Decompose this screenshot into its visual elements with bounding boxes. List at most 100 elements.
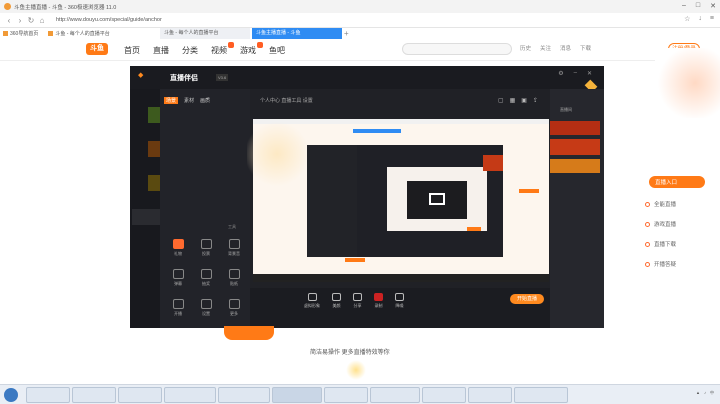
- decor-blob: [346, 360, 366, 380]
- beauty-icon: [332, 293, 341, 301]
- douyu-logo[interactable]: 斗鱼: [86, 43, 108, 55]
- tools-label: 工具: [228, 224, 236, 229]
- live-icon: [172, 299, 184, 309]
- download-link[interactable]: 下载: [580, 44, 591, 52]
- menu-icon[interactable]: ≡: [710, 15, 714, 23]
- tool-item[interactable]: 投票: [192, 239, 220, 257]
- history-link[interactable]: 历史: [520, 44, 531, 52]
- banner-card[interactable]: [550, 139, 600, 155]
- site-search-input[interactable]: [402, 43, 512, 55]
- side-tab[interactable]: 画质: [200, 97, 210, 104]
- taskbar-item[interactable]: [324, 387, 368, 403]
- gift-icon: [172, 239, 184, 249]
- rail-thumb[interactable]: [148, 175, 160, 191]
- taskbar-item[interactable]: [164, 387, 216, 403]
- side-tabs: 场景 素材 画质: [164, 97, 210, 104]
- input-icon[interactable]: 中: [710, 390, 714, 396]
- tool-item[interactable]: 更多: [220, 299, 248, 317]
- bottom-tool[interactable]: 分享: [353, 293, 362, 309]
- refresh-icon[interactable]: ↻: [26, 16, 36, 25]
- message-link[interactable]: 消息: [560, 44, 571, 52]
- tool-item[interactable]: 抽奖: [192, 269, 220, 287]
- nav-home[interactable]: 首页: [124, 45, 140, 56]
- bottom-tool[interactable]: 美颜: [332, 293, 341, 309]
- preview-canvas[interactable]: [247, 119, 549, 282]
- layout-icon[interactable]: ▦: [510, 97, 516, 104]
- tool-item[interactable]: 礼物: [164, 239, 192, 257]
- favorite-icon[interactable]: ☆: [684, 15, 690, 23]
- minimize-icon[interactable]: –: [682, 2, 686, 10]
- main-header: 个人中心 直播工具 设置 ▢ ▦ ▣ ⇪: [250, 97, 550, 105]
- right-link[interactable]: 直播下载: [645, 240, 705, 248]
- download-icon[interactable]: ↓: [698, 15, 702, 23]
- taskbar-item-active[interactable]: [272, 387, 322, 403]
- taskbar-item[interactable]: [468, 387, 512, 403]
- taskbar-item[interactable]: [514, 387, 568, 403]
- rail-item[interactable]: [132, 209, 160, 225]
- browser-nav-bar: ‹ › ↻ ⌂ http://www.douyu.com/special/gui…: [0, 13, 720, 28]
- side-tab[interactable]: 场景: [164, 97, 179, 104]
- app-main-area: 个人中心 直播工具 设置 ▢ ▦ ▣ ⇪: [247, 89, 550, 289]
- app-close-icon[interactable]: ✕: [587, 70, 592, 77]
- nav-category[interactable]: 分类: [182, 45, 198, 56]
- nav-live[interactable]: 直播: [153, 45, 169, 56]
- app-left-rail: [130, 89, 160, 328]
- address-text[interactable]: http://www.douyu.com/special/guide/ancho…: [56, 17, 162, 23]
- tool-item[interactable]: 弹幕: [164, 269, 192, 287]
- taskbar-item[interactable]: [26, 387, 70, 403]
- nav-yuba[interactable]: 鱼吧: [269, 45, 285, 56]
- taskbar-item[interactable]: [370, 387, 420, 403]
- tool-item[interactable]: 贴纸: [220, 269, 248, 287]
- bookmark-item[interactable]: 斗鱼 - 每个人的直播平台: [48, 30, 110, 37]
- banner-card[interactable]: [550, 121, 600, 135]
- right-link-active[interactable]: 直播入口: [649, 176, 705, 188]
- new-tab-icon[interactable]: +: [344, 28, 354, 39]
- right-link[interactable]: 游戏直播: [645, 220, 705, 228]
- tool-item[interactable]: 背景音: [220, 239, 248, 257]
- right-nav: 直播入口 全能直播 游戏直播 直播下载 开播答疑: [645, 176, 705, 280]
- app-settings-icon[interactable]: ⚙: [558, 70, 563, 77]
- bookmark-icon: [48, 31, 54, 36]
- taskbar-item[interactable]: [118, 387, 162, 403]
- nav-video[interactable]: 视频: [211, 42, 234, 56]
- right-link[interactable]: 全能直播: [645, 200, 705, 208]
- app-version: V3.6: [216, 74, 229, 81]
- tool-item[interactable]: 设置: [192, 299, 220, 317]
- network-icon[interactable]: ▲: [696, 390, 700, 396]
- taskbar-item[interactable]: [72, 387, 116, 403]
- taskbar-item[interactable]: [218, 387, 270, 403]
- main-title: 个人中心 直播工具 设置: [260, 98, 313, 104]
- mic-icon: [395, 293, 404, 301]
- bookmark-item[interactable]: 360导航首页: [3, 30, 38, 37]
- follow-link[interactable]: 关注: [540, 44, 551, 52]
- rail-thumb[interactable]: [148, 107, 160, 123]
- go-live-button[interactable]: 开始直播: [510, 294, 544, 304]
- bottom-tool[interactable]: 录制: [374, 293, 383, 309]
- share-icon[interactable]: ⇪: [533, 97, 538, 104]
- home-icon[interactable]: ⌂: [37, 16, 47, 25]
- rail-thumb[interactable]: [148, 141, 160, 157]
- taskbar-item[interactable]: [422, 387, 466, 403]
- bottom-tool[interactable]: 降噪: [395, 293, 404, 309]
- right-link[interactable]: 开播答疑: [645, 260, 705, 268]
- maximize-icon[interactable]: □: [696, 2, 700, 10]
- close-icon[interactable]: ✕: [710, 2, 716, 10]
- side-tab[interactable]: 素材: [184, 97, 194, 104]
- tool-item[interactable]: 开播: [164, 299, 192, 317]
- app-minimize-icon[interactable]: –: [574, 70, 577, 77]
- forward-icon[interactable]: ›: [15, 16, 25, 25]
- nav-game[interactable]: 游戏: [240, 42, 263, 56]
- tab-douyu-home[interactable]: 斗鱼 - 每个人的直播平台: [160, 28, 250, 39]
- banner-card[interactable]: [550, 159, 600, 173]
- nested-button: [467, 227, 481, 231]
- tab-douyu-guide[interactable]: 斗鱼主播直播 - 斗鱼: [252, 28, 342, 39]
- window-icon[interactable]: ▣: [521, 97, 527, 104]
- chat-icon[interactable]: ▢: [498, 97, 504, 104]
- site-header: 斗鱼 首页 直播 分类 视频 游戏 鱼吧 历史 关注 消息 下载 注册/登录: [0, 39, 720, 61]
- bottom-tool[interactable]: 虚拟形象: [304, 293, 320, 309]
- address-bar[interactable]: http://www.douyu.com/special/guide/ancho…: [56, 15, 486, 25]
- start-button[interactable]: [4, 388, 18, 402]
- right-label: 直播间: [560, 107, 572, 112]
- back-icon[interactable]: ‹: [4, 16, 14, 25]
- volume-icon[interactable]: ♪: [704, 390, 706, 396]
